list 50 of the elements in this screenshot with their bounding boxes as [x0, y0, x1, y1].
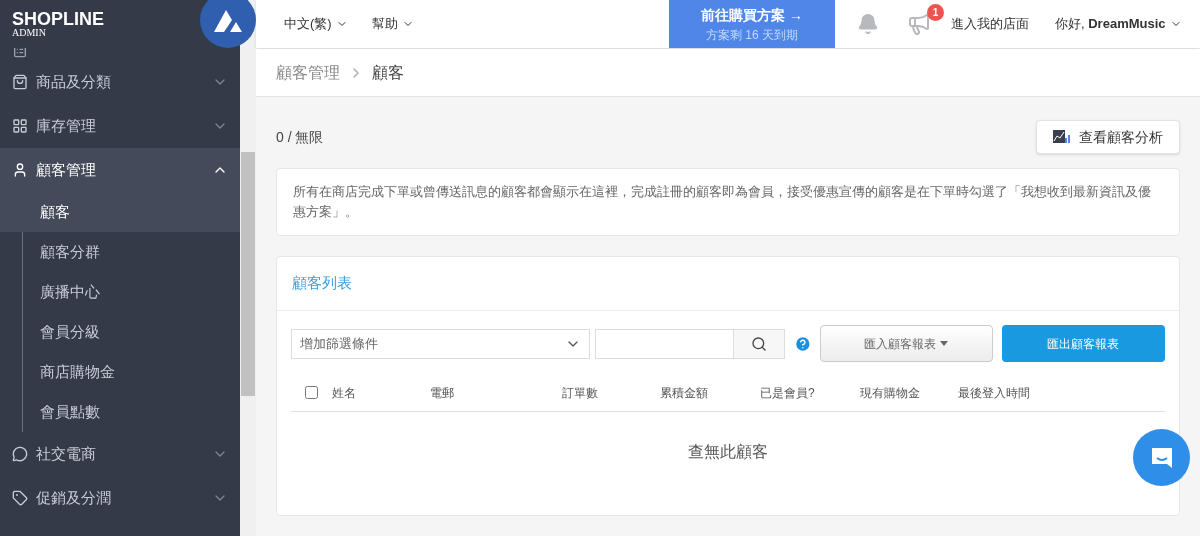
- menu-dropdown[interactable]: 幫助: [371, 14, 414, 34]
- notification-badge: 1: [927, 4, 944, 21]
- filter-dropdown[interactable]: 增加篩選條件: [291, 328, 591, 359]
- bell-icon[interactable]: [857, 13, 879, 35]
- chat-icon: [12, 446, 28, 462]
- sidebar-subitem[interactable]: 商店購物金: [23, 352, 240, 392]
- customer-quota: 0 / 無限: [276, 127, 324, 147]
- search-field[interactable]: [595, 328, 735, 359]
- sidebar-item[interactable]: 商品及分類: [0, 60, 240, 104]
- sidebar-item[interactable]: 促銷及分潤: [0, 476, 240, 520]
- import-button[interactable]: 匯入顧客報表: [819, 325, 993, 362]
- scrollbar[interactable]: [241, 152, 255, 396]
- sidebar-item[interactable]: 顧客管理: [0, 148, 240, 192]
- column-header[interactable]: 訂單數: [562, 383, 660, 402]
- sidebar-subitem[interactable]: 顧客: [0, 192, 240, 232]
- column-header[interactable]: 最後登入時間: [958, 383, 1068, 402]
- sidebar-subitem[interactable]: 會員點數: [23, 392, 240, 432]
- sidebar-item[interactable]: 社交電商: [0, 432, 240, 476]
- boxes-icon: [12, 118, 28, 134]
- sidebar-subitem[interactable]: 顧客分群: [23, 232, 240, 272]
- store-link[interactable]: 進入我的店面: [951, 14, 1029, 34]
- column-header[interactable]: 姓名: [332, 383, 430, 402]
- chart-icon: [1053, 130, 1071, 144]
- breadcrumb-current: 顧客: [372, 62, 404, 83]
- notice-text: 所有在商店完成下單或曾傳送訊息的顧客都會顯示在這裡，完成註冊的顧客即為會員，接受優惠宣傳的顧客是在下單時勾選了「我想收到最新資訊及優惠方案」。: [293, 183, 1152, 221]
- megaphone-icon[interactable]: [907, 12, 931, 36]
- sidebar-subitem[interactable]: 廣播中心: [23, 272, 240, 312]
- logo-subtitle: ADMIN: [12, 28, 47, 38]
- bag-icon: [12, 74, 28, 90]
- sidebar-subitem[interactable]: 會員分級: [23, 312, 240, 352]
- column-header[interactable]: 已是會員?: [760, 383, 860, 402]
- user-menu[interactable]: 你好, DreamMusic: [1055, 14, 1182, 34]
- tag-icon: [12, 490, 28, 506]
- select-all-checkbox[interactable]: [305, 386, 318, 399]
- empty-message: 查無此顧客: [688, 442, 768, 462]
- breadcrumb-link[interactable]: 顧客管理: [276, 60, 340, 85]
- help-icon[interactable]: [794, 334, 812, 353]
- column-header[interactable]: 累積金額: [660, 383, 760, 402]
- sidebar-item[interactable]: 庫存管理: [0, 104, 240, 148]
- analysis-button[interactable]: 查看顧客分析: [1036, 120, 1180, 154]
- menu-dropdown[interactable]: 中文(繁): [284, 14, 348, 34]
- search-icon: [751, 335, 768, 352]
- column-header[interactable]: 現有購物金: [860, 383, 958, 402]
- search-button[interactable]: [734, 328, 786, 359]
- logo-text: SHOPLINE: [12, 10, 104, 28]
- section-title: 顧客列表: [292, 273, 352, 294]
- column-header[interactable]: 電郵: [430, 383, 562, 402]
- caret-icon: [940, 341, 949, 346]
- plan-button[interactable]: 前往購買方案 → 方案剩 16 天到期: [669, 0, 835, 48]
- person-icon: [12, 162, 28, 178]
